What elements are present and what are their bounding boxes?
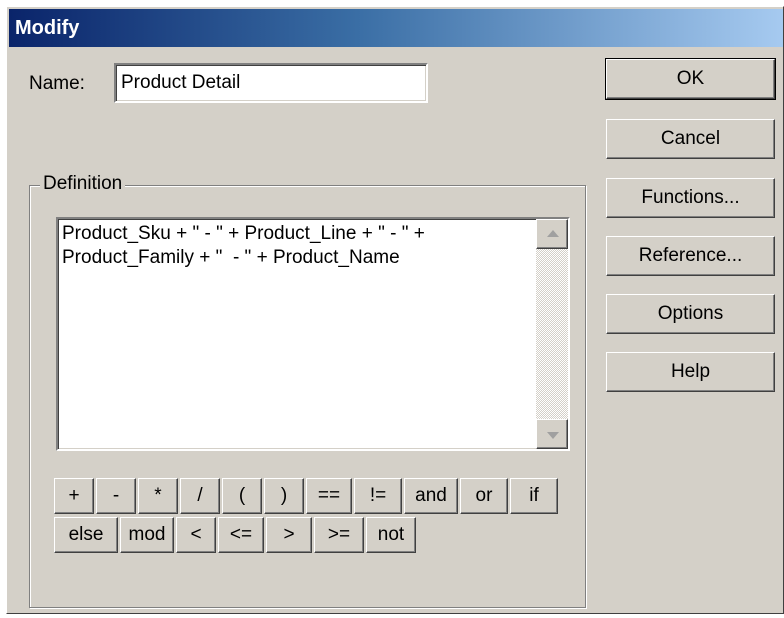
arrow-down-icon [547,432,559,439]
definition-textarea[interactable]: Product_Sku + " - " + Product_Line + " -… [56,217,570,451]
name-input[interactable] [114,63,428,103]
operator-and-button[interactable]: and [404,478,458,514]
definition-group-label: Definition [40,173,126,195]
functions-button[interactable]: Functions... [606,178,775,218]
operator-not-equals-button[interactable]: != [354,478,402,514]
definition-text: Product_Sku + " - " + Product_Line + " -… [62,223,425,268]
options-button[interactable]: Options [606,294,775,334]
operator-close-paren-button[interactable]: ) [264,478,304,514]
operator-greater-than-button[interactable]: > [266,517,312,553]
scroll-down-button[interactable] [536,419,568,449]
help-button[interactable]: Help [606,352,775,392]
window-title: Modify [15,17,80,39]
operator-if-button[interactable]: if [510,478,558,514]
operator-mod-button[interactable]: mod [120,517,174,553]
operator-multiply-button[interactable]: * [138,478,178,514]
operator-not-button[interactable]: not [366,517,416,553]
scroll-up-button[interactable] [536,219,568,249]
operator-open-paren-button[interactable]: ( [222,478,262,514]
operator-equals-button[interactable]: == [306,478,352,514]
operator-less-equal-button[interactable]: <= [218,517,264,553]
operator-greater-equal-button[interactable]: >= [314,517,364,553]
arrow-up-icon [547,230,559,237]
operator-else-button[interactable]: else [54,517,118,553]
modify-dialog: Modify Name: Definition Product_Sku + " … [6,6,784,614]
ok-button[interactable]: OK [605,58,776,100]
cancel-button[interactable]: Cancel [606,119,775,159]
definition-scrollbar[interactable] [536,219,568,449]
reference-button[interactable]: Reference... [606,236,775,276]
operator-divide-button[interactable]: / [180,478,220,514]
name-label: Name: [29,73,85,94]
operator-minus-button[interactable]: - [96,478,136,514]
operator-plus-button[interactable]: + [54,478,94,514]
operator-less-than-button[interactable]: < [176,517,216,553]
operator-or-button[interactable]: or [460,478,508,514]
title-bar[interactable]: Modify [9,9,783,47]
